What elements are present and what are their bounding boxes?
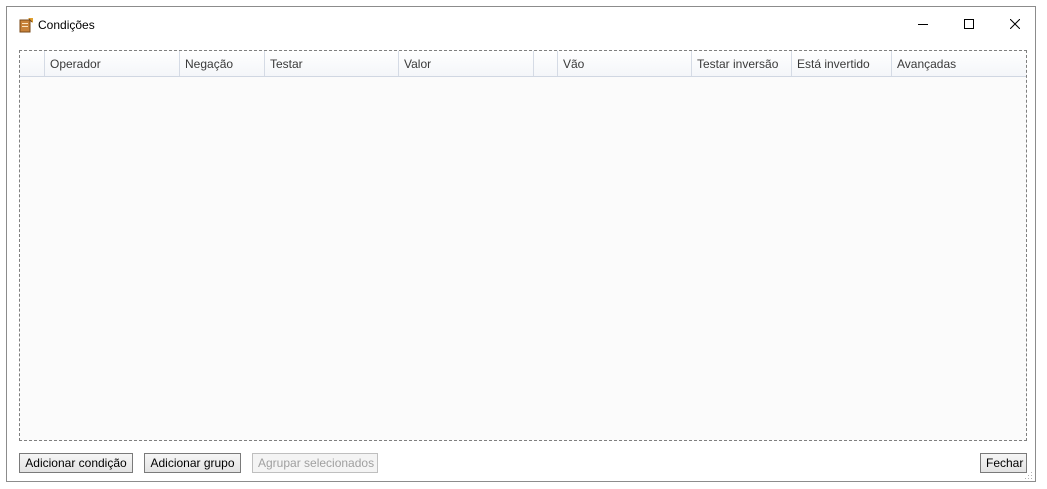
minimize-icon bbox=[918, 18, 928, 32]
resize-grip-icon[interactable] bbox=[1023, 469, 1033, 479]
window-title: Condições bbox=[38, 18, 95, 32]
app-document-icon bbox=[18, 17, 34, 33]
column-header-negacao[interactable]: Negação bbox=[180, 51, 265, 76]
column-header-operador[interactable]: Operador bbox=[45, 51, 180, 76]
column-header-avancadas[interactable]: Avançadas bbox=[892, 51, 1026, 76]
close-icon bbox=[1009, 18, 1021, 32]
column-header-valor[interactable]: Valor bbox=[399, 51, 534, 76]
maximize-icon bbox=[964, 18, 974, 32]
minimize-button[interactable] bbox=[900, 7, 946, 43]
close-button[interactable]: Fechar bbox=[980, 453, 1027, 473]
column-header-row-selector[interactable] bbox=[20, 51, 45, 76]
maximize-button[interactable] bbox=[946, 7, 992, 43]
column-header-blank[interactable] bbox=[534, 51, 558, 76]
column-header-testar-inversao[interactable]: Testar inversão bbox=[692, 51, 792, 76]
conditions-window: Condições Operador Negação Testar Valor … bbox=[6, 6, 1036, 482]
column-header-vao[interactable]: Vão bbox=[558, 51, 692, 76]
close-window-button[interactable] bbox=[992, 7, 1038, 43]
group-selected-button[interactable]: Agrupar selecionados bbox=[252, 453, 378, 473]
grid-body[interactable] bbox=[20, 77, 1026, 440]
grid-header: Operador Negação Testar Valor Vão Testar… bbox=[20, 51, 1026, 77]
title-bar[interactable]: Condições bbox=[7, 7, 1035, 43]
conditions-grid[interactable]: Operador Negação Testar Valor Vão Testar… bbox=[19, 50, 1027, 441]
column-header-testar[interactable]: Testar bbox=[265, 51, 399, 76]
column-header-esta-invertido[interactable]: Está invertido bbox=[792, 51, 892, 76]
add-group-button[interactable]: Adicionar grupo bbox=[144, 453, 241, 473]
add-condition-button[interactable]: Adicionar condição bbox=[19, 453, 133, 473]
